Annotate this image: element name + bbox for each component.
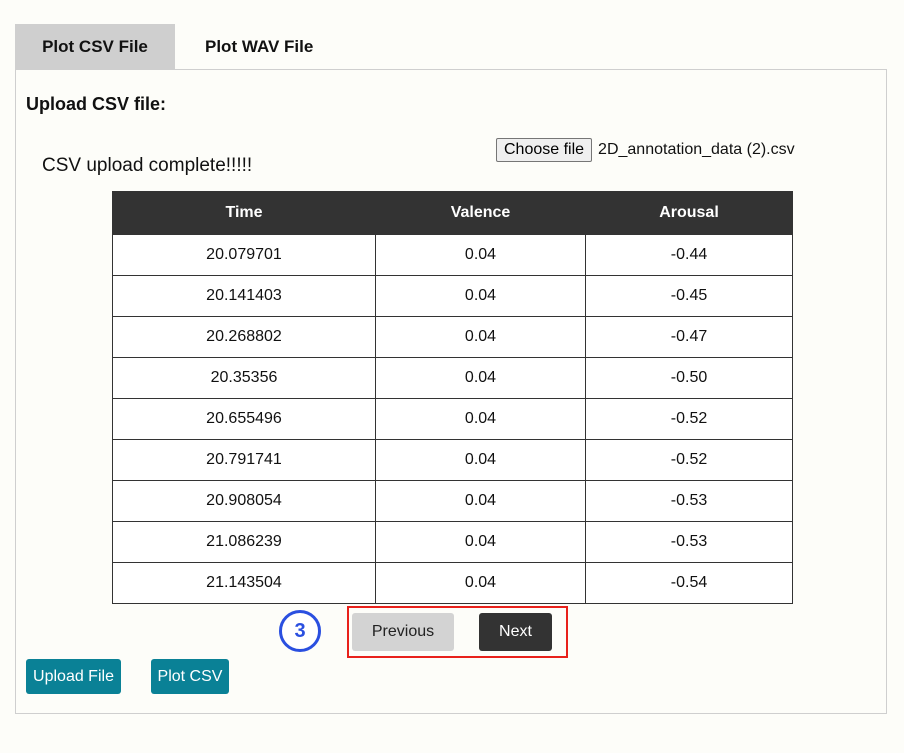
cell-valence: 0.04 bbox=[375, 562, 586, 604]
choose-file-button[interactable]: Choose file bbox=[496, 138, 593, 162]
cell-time: 21.086239 bbox=[112, 521, 376, 563]
cell-arousal: -0.53 bbox=[585, 521, 793, 563]
cell-time: 21.143504 bbox=[112, 562, 376, 604]
cell-arousal: -0.44 bbox=[585, 234, 793, 276]
cell-time: 20.35356 bbox=[112, 357, 376, 399]
selected-file-name: 2D_annotation_data (2).csv bbox=[598, 141, 795, 158]
cell-time: 20.141403 bbox=[112, 275, 376, 317]
tab-plot-csv[interactable]: Plot CSV File bbox=[15, 24, 175, 70]
tab-plot-wav[interactable]: Plot WAV File bbox=[175, 24, 343, 70]
cell-valence: 0.04 bbox=[375, 234, 586, 276]
cell-valence: 0.04 bbox=[375, 398, 586, 440]
section-title: Upload CSV file: bbox=[26, 94, 167, 114]
cell-time: 20.655496 bbox=[112, 398, 376, 440]
table-row: 21.143504 0.04 -0.54 bbox=[112, 562, 793, 604]
cell-valence: 0.04 bbox=[375, 357, 586, 399]
cell-arousal: -0.52 bbox=[585, 398, 793, 440]
cell-arousal: -0.53 bbox=[585, 480, 793, 522]
table-row: 20.141403 0.04 -0.45 bbox=[112, 275, 793, 317]
upload-file-button[interactable]: Upload File bbox=[26, 659, 121, 694]
cell-time: 20.908054 bbox=[112, 480, 376, 522]
column-header-arousal: Arousal bbox=[585, 191, 793, 235]
previous-page-button[interactable]: Previous bbox=[352, 613, 454, 651]
cell-valence: 0.04 bbox=[375, 521, 586, 563]
table-row: 20.908054 0.04 -0.53 bbox=[112, 480, 793, 522]
cell-time: 20.079701 bbox=[112, 234, 376, 276]
cell-arousal: -0.50 bbox=[585, 357, 793, 399]
cell-time: 20.791741 bbox=[112, 439, 376, 481]
tab-bar: Plot CSV File Plot WAV File bbox=[15, 24, 343, 70]
table-row: 20.655496 0.04 -0.52 bbox=[112, 398, 793, 440]
table-row: 20.791741 0.04 -0.52 bbox=[112, 439, 793, 481]
file-input[interactable]: Choose file 2D_annotation_data (2).csv bbox=[496, 138, 795, 162]
cell-valence: 0.04 bbox=[375, 275, 586, 317]
cell-valence: 0.04 bbox=[375, 480, 586, 522]
cell-valence: 0.04 bbox=[375, 316, 586, 358]
cell-arousal: -0.52 bbox=[585, 439, 793, 481]
table-row: 20.079701 0.04 -0.44 bbox=[112, 234, 793, 276]
column-header-valence: Valence bbox=[375, 191, 586, 235]
cell-time: 20.268802 bbox=[112, 316, 376, 358]
table-row: 20.35356 0.04 -0.50 bbox=[112, 357, 793, 399]
data-table: Time Valence Arousal 20.079701 0.04 -0.4… bbox=[112, 191, 793, 604]
table-row: 20.268802 0.04 -0.47 bbox=[112, 316, 793, 358]
csv-panel: Upload CSV file: Choose file 2D_annotati… bbox=[15, 69, 887, 714]
next-page-button[interactable]: Next bbox=[479, 613, 552, 651]
cell-arousal: -0.47 bbox=[585, 316, 793, 358]
step-number-badge: 3 bbox=[279, 610, 321, 652]
cell-arousal: -0.54 bbox=[585, 562, 793, 604]
cell-valence: 0.04 bbox=[375, 439, 586, 481]
cell-arousal: -0.45 bbox=[585, 275, 793, 317]
table-header-row: Time Valence Arousal bbox=[112, 191, 793, 235]
upload-status-message: CSV upload complete!!!!! bbox=[42, 155, 253, 176]
table-row: 21.086239 0.04 -0.53 bbox=[112, 521, 793, 563]
plot-csv-button[interactable]: Plot CSV bbox=[151, 659, 229, 694]
column-header-time: Time bbox=[112, 191, 376, 235]
